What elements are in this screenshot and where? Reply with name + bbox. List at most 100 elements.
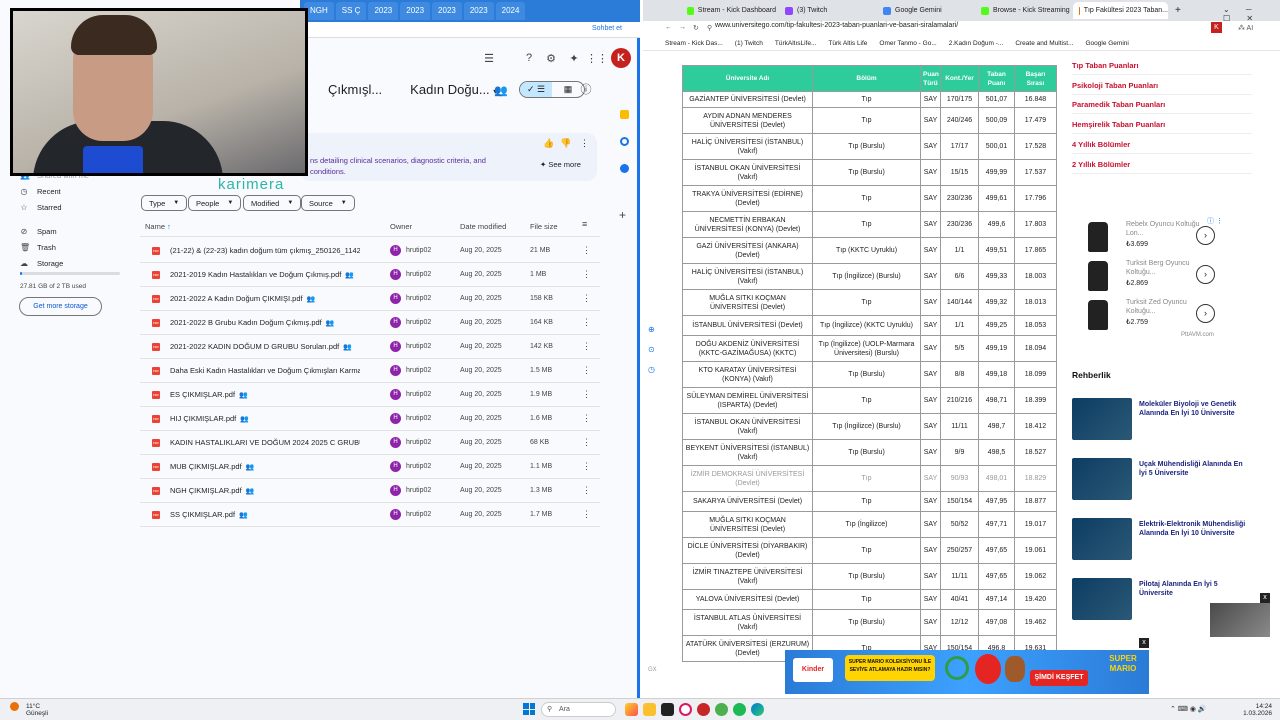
file-name[interactable]: 2021-2022 B Grubu Kadın Doğum Çıkmış.pdf… bbox=[170, 318, 334, 327]
filter-people[interactable]: People ▼ bbox=[188, 195, 242, 211]
weather-widget[interactable]: 11°C Güneşli bbox=[26, 703, 48, 717]
reload-icon[interactable]: ↻ bbox=[693, 24, 699, 32]
forward-icon[interactable]: → bbox=[679, 24, 686, 31]
more-vert-icon[interactable]: ⋮ bbox=[580, 138, 589, 149]
gx-icon[interactable]: GX bbox=[648, 667, 657, 673]
file-row[interactable]: PDF MUB ÇIKMIŞLAR.pdf 👥 Hhrutip02 Aug 20, 20… bbox=[140, 455, 600, 479]
breadcrumb-current[interactable]: Kadın Doğu... ▾ bbox=[410, 82, 497, 97]
clock[interactable]: 14:24 1.03.2026 bbox=[1228, 703, 1272, 717]
system-tray-icons[interactable]: ⌃ ⌨ ◉ 🔊 bbox=[1170, 705, 1207, 713]
url-field[interactable]: www.universitego.com/tip-fakultesi-2023-… bbox=[715, 22, 958, 29]
left-tab[interactable]: NGH bbox=[304, 2, 334, 20]
sidebar-item-recent[interactable]: ◷ Recent bbox=[20, 187, 61, 196]
browser-tab[interactable]: Tıp Fakültesi 2023 Taban... bbox=[1073, 2, 1168, 19]
file-row[interactable]: PDF 2021-2022 B Grubu Kadın Doğum Çıkmış.… bbox=[140, 311, 600, 335]
bookmark-item[interactable]: (1) Twitch bbox=[735, 40, 763, 47]
tasks-icon[interactable] bbox=[620, 137, 629, 146]
chevron-right-icon[interactable]: › bbox=[1196, 226, 1215, 245]
list-view-icon[interactable]: ✓ ☰ bbox=[520, 82, 552, 97]
article-title[interactable]: Uçak Mühendisliği Alanında En İyi 5 Üniv… bbox=[1139, 460, 1251, 478]
file-row[interactable]: PDF HIJ ÇIKMIŞLAR.pdf 👥 Hhrutip02 Aug 20, 20… bbox=[140, 407, 600, 431]
more-vert-icon[interactable]: ⋮ bbox=[582, 413, 591, 424]
side-link[interactable]: Hemşirelik Taban Puanları bbox=[1072, 120, 1165, 129]
column-name[interactable]: Name ↑ bbox=[145, 222, 171, 231]
browser-tab[interactable]: Stream - Kick Dashboard bbox=[681, 2, 776, 19]
side-link[interactable]: Paramedik Taban Puanları bbox=[1072, 100, 1165, 109]
file-name[interactable]: 2021-2019 Kadın Hastalıkları ve Doğum Çı… bbox=[170, 270, 354, 279]
file-name[interactable]: 2021-2022 KADIN DOĞUM D GRUBU Soruları.p… bbox=[170, 342, 352, 351]
profile-k-icon[interactable]: K bbox=[1211, 22, 1222, 33]
gear-icon[interactable]: ⚙ bbox=[542, 49, 560, 67]
article-card[interactable]: Moleküler Biyoloji ve Genetik Alanında E… bbox=[1072, 398, 1252, 440]
opera-icon[interactable] bbox=[679, 703, 692, 716]
file-name[interactable]: SS ÇIKMIŞLAR.pdf 👥 bbox=[170, 510, 248, 519]
file-row[interactable]: PDF 2021-2022 A Kadın Doğum ÇIKMIŞI.pdf 👥 H… bbox=[140, 287, 600, 311]
side-link[interactable]: 2 Yıllık Bölümler bbox=[1072, 160, 1130, 169]
sidebar-item-spam[interactable]: ⊘ Spam bbox=[20, 227, 57, 236]
ad-close-button[interactable]: x bbox=[1139, 638, 1149, 648]
side-link[interactable]: Psikoloji Taban Puanları bbox=[1072, 81, 1158, 90]
article-card[interactable]: Uçak Mühendisliği Alanında En İyi 5 Üniv… bbox=[1072, 458, 1252, 500]
bookmark-item[interactable]: 2.Kadın Doğum -... bbox=[949, 40, 1004, 47]
browser-tab[interactable]: Google Gemini bbox=[877, 2, 972, 19]
file-name[interactable]: HIJ ÇIKMIŞLAR.pdf 👥 bbox=[170, 414, 249, 423]
more-vert-icon[interactable]: ⋮ bbox=[582, 437, 591, 448]
file-name[interactable]: Daha Eski Kadın Hastalıkları ve Doğum Çı… bbox=[170, 366, 360, 375]
file-row[interactable]: PDF KADIN HASTALIKLARI VE DOĞUM 2024 2025… bbox=[140, 431, 600, 455]
file-row[interactable]: PDF 2021-2022 KADIN DOĞUM D GRUBU Sorular… bbox=[140, 335, 600, 359]
column-owner[interactable]: Owner bbox=[390, 222, 412, 231]
sort-options-icon[interactable]: ≡ bbox=[582, 219, 587, 229]
chevron-right-icon[interactable]: › bbox=[1196, 304, 1215, 323]
filter-source[interactable]: Source ▼ bbox=[301, 195, 355, 211]
left-tab[interactable]: 2023 bbox=[432, 2, 462, 20]
article-title[interactable]: Moleküler Biyoloji ve Genetik Alanında E… bbox=[1139, 400, 1251, 418]
left-tab[interactable]: 2023 bbox=[400, 2, 431, 20]
edge-icon[interactable] bbox=[751, 703, 764, 716]
chevron-right-icon[interactable]: › bbox=[1196, 265, 1215, 284]
filter-modified[interactable]: Modified ▼ bbox=[243, 195, 302, 211]
column-size[interactable]: File size bbox=[530, 222, 558, 231]
left-tab[interactable]: 2024 bbox=[495, 2, 526, 20]
video-thumbnail[interactable] bbox=[1210, 603, 1270, 637]
weather-icon[interactable] bbox=[10, 702, 19, 711]
bookmark-item[interactable]: Stream - Kick Das... bbox=[665, 40, 723, 47]
more-vert-icon[interactable]: ⋮ bbox=[582, 485, 591, 496]
file-name[interactable]: NGH ÇIKMIŞLAR.pdf 👥 bbox=[170, 486, 254, 495]
share-people-icon[interactable]: 👥 bbox=[492, 81, 510, 99]
file-row[interactable]: PDF ES ÇIKMIŞLAR.pdf 👥 Hhrutip02 Aug 20, 202… bbox=[140, 383, 600, 407]
breadcrumb-parent[interactable]: Çıkmışl... bbox=[328, 82, 382, 97]
file-name[interactable]: KADIN HASTALIKLARI VE DOĞUM 2024 2025 C … bbox=[170, 438, 360, 447]
left-address-bar[interactable]: Sohbet et bbox=[300, 22, 640, 38]
file-row[interactable]: PDF NGH ÇIKMIŞLAR.pdf 👥 Hhrutip02 Aug 20, 20… bbox=[140, 479, 600, 503]
side-link[interactable]: Tıp Taban Puanları bbox=[1072, 61, 1139, 70]
more-vert-icon[interactable]: ⋮ bbox=[582, 509, 591, 520]
file-row[interactable]: PDF Daha Eski Kadın Hastalıkları ve Doğum… bbox=[140, 359, 600, 383]
more-vert-icon[interactable]: ⋮ bbox=[582, 341, 591, 352]
filter-type[interactable]: Type ▼ bbox=[141, 195, 188, 211]
product-card[interactable]: Turksit Berg Oyuncu Koltuğu... ₺2.869 › bbox=[1084, 259, 1224, 293]
app-red-icon[interactable] bbox=[697, 703, 710, 716]
contacts-icon[interactable] bbox=[620, 164, 629, 173]
account-avatar[interactable]: K bbox=[611, 48, 631, 68]
article-card[interactable]: Elektrik-Elektronik Mühendisliği Alanınd… bbox=[1072, 518, 1252, 560]
chat-button[interactable]: Sohbet et bbox=[592, 25, 622, 32]
file-name[interactable]: ES ÇIKMIŞLAR.pdf 👥 bbox=[170, 390, 248, 399]
more-vert-icon[interactable]: ⋮ bbox=[582, 461, 591, 472]
file-row[interactable]: PDF (21-22) & (22-23) kadın doğum tüm çık… bbox=[140, 239, 600, 263]
taskbar-search[interactable]: ⚲ Ara bbox=[541, 702, 616, 717]
get-more-storage-button[interactable]: Get more storage bbox=[19, 297, 102, 316]
file-name[interactable]: (21-22) & (22-23) kadın doğum tüm çıkmış… bbox=[170, 246, 360, 255]
help-icon[interactable]: ? bbox=[520, 49, 538, 67]
bookmark-item[interactable]: TürkAltısLife... bbox=[775, 40, 817, 47]
sidebar-panel-icons[interactable]: ⊕ ⊙ ◷ bbox=[648, 320, 655, 380]
app-icon[interactable] bbox=[661, 703, 674, 716]
side-link[interactable]: 4 Yıllık Bölümler bbox=[1072, 140, 1130, 149]
info-icon[interactable]: ⓘ bbox=[577, 80, 595, 98]
banner-ad[interactable]: Kinder SUPER MARIO KOLEKSİYONU İLE SEVİY… bbox=[785, 650, 1149, 694]
more-vert-icon[interactable]: ⋮ bbox=[582, 365, 591, 376]
browser-tab[interactable]: (3) Twitch bbox=[779, 2, 874, 19]
keep-icon[interactable] bbox=[620, 110, 629, 119]
file-explorer-icon[interactable] bbox=[643, 703, 656, 716]
view-toggle[interactable]: ✓ ☰ ▦ bbox=[519, 81, 585, 98]
add-icon[interactable]: + bbox=[619, 208, 626, 222]
